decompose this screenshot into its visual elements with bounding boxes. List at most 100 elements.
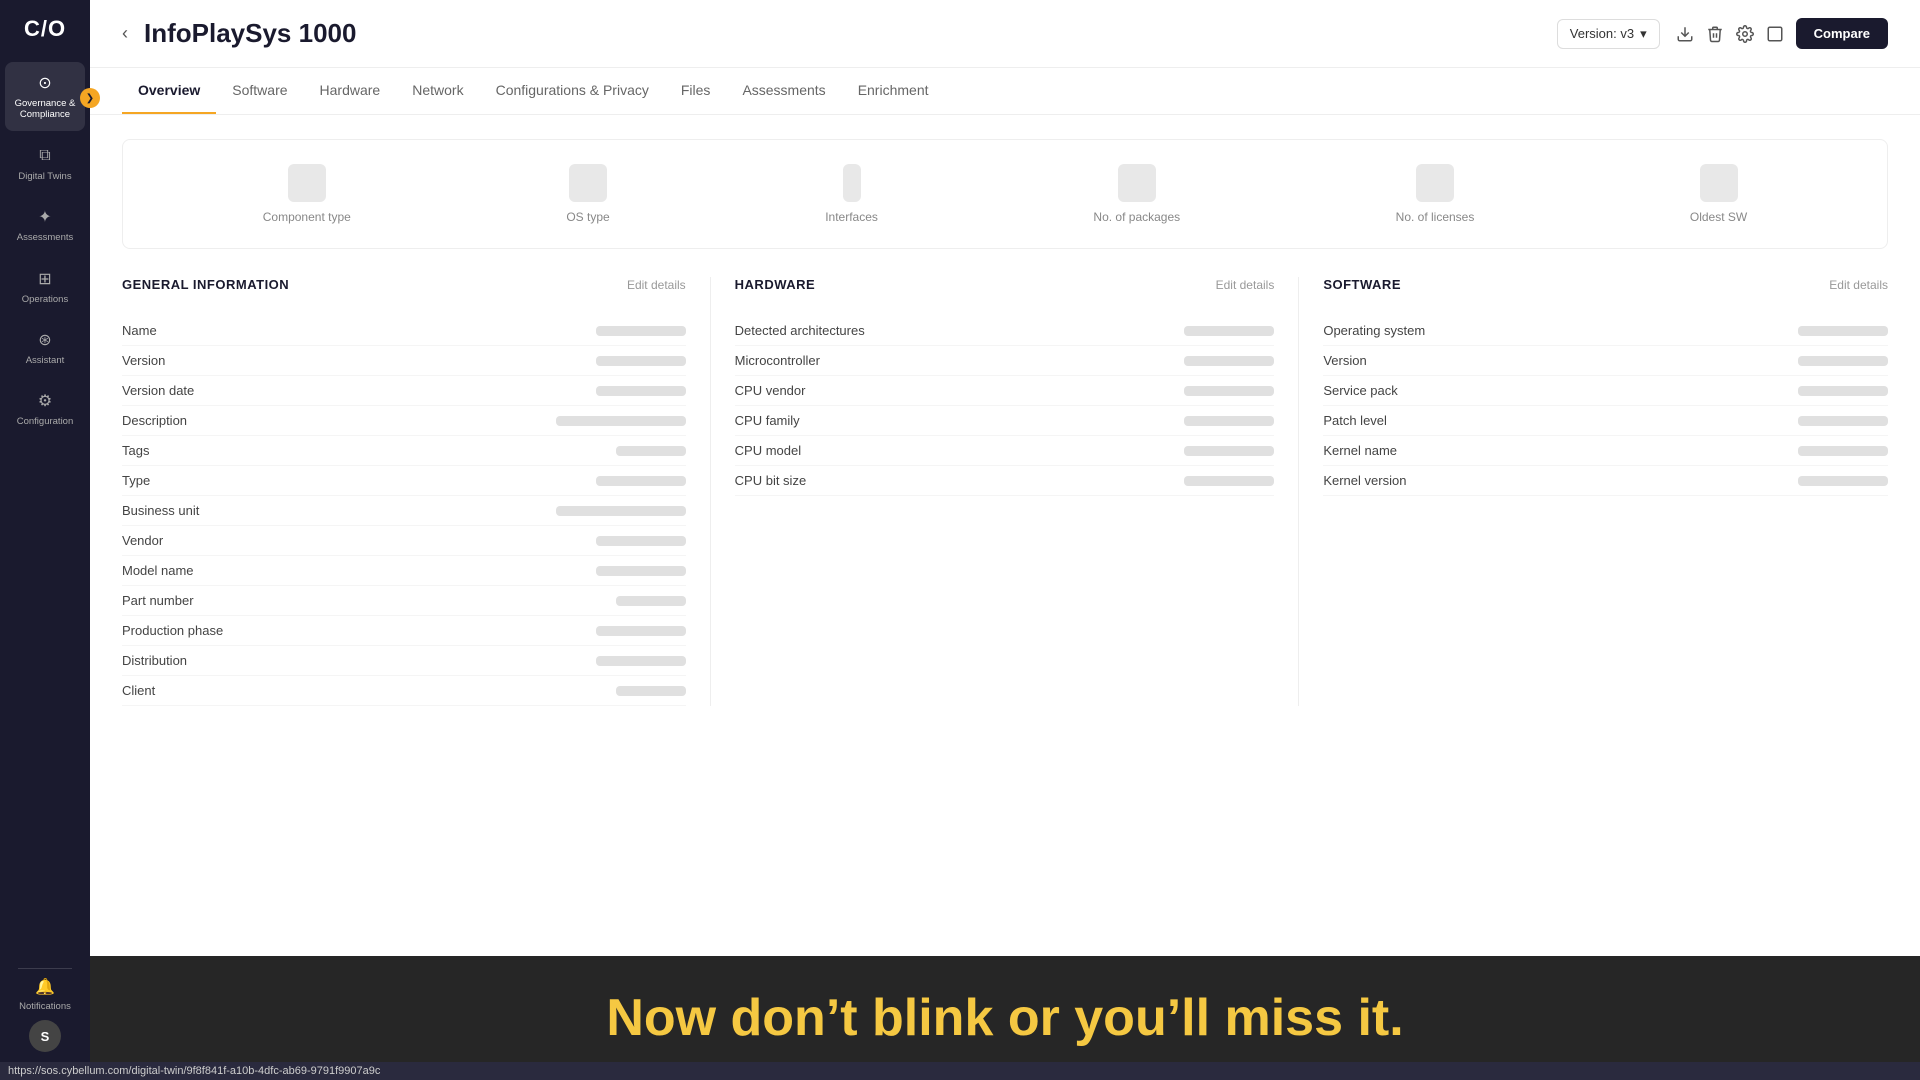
- field-row: Distribution: [122, 646, 686, 676]
- field-value-placeholder: [616, 596, 686, 606]
- sidebar: C/O ❯ ⊙ Governance & Compliance ⧉ Digita…: [0, 0, 90, 1080]
- field-row: Business unit: [122, 496, 686, 526]
- sidebar-item-assistant[interactable]: ⊛ Assistant: [5, 319, 85, 376]
- tab-overview[interactable]: Overview: [122, 68, 216, 114]
- main-content: ‹ InfoPlaySys 1000 Version: v3 ▾ Compare…: [90, 0, 1920, 1080]
- field-value-placeholder: [616, 446, 686, 456]
- general-info-edit[interactable]: Edit details: [627, 278, 686, 292]
- sidebar-item-label: Assessments: [17, 232, 74, 243]
- field-value-placeholder: [1798, 386, 1888, 396]
- component-type-icon-box: [288, 164, 326, 202]
- stat-label: Interfaces: [825, 210, 878, 224]
- sidebar-item-operations[interactable]: ⊞ Operations: [5, 258, 85, 315]
- oldest-sw-icon-box: [1700, 164, 1738, 202]
- field-row: Version: [122, 346, 686, 376]
- delete-button[interactable]: [1706, 25, 1724, 43]
- software-title: SOFTWARE: [1323, 277, 1401, 292]
- field-label: Type: [122, 473, 242, 488]
- page-header: ‹ InfoPlaySys 1000 Version: v3 ▾ Compare: [90, 0, 1920, 68]
- field-value-placeholder: [596, 656, 686, 666]
- field-row: Vendor: [122, 526, 686, 556]
- field-row: Client: [122, 676, 686, 706]
- notifications-label: Notifications: [19, 1001, 71, 1012]
- field-label: Kernel name: [1323, 443, 1443, 458]
- sidebar-item-label: Operations: [22, 294, 68, 305]
- field-row: CPU family: [735, 406, 1275, 436]
- sidebar-nav: ⊙ Governance & Compliance ⧉ Digital Twin…: [0, 62, 90, 960]
- software-edit[interactable]: Edit details: [1829, 278, 1888, 292]
- field-value-placeholder: [1798, 476, 1888, 486]
- stat-oldest-sw: Oldest SW: [1690, 164, 1747, 224]
- tab-software[interactable]: Software: [216, 68, 303, 114]
- tab-hardware[interactable]: Hardware: [304, 68, 397, 114]
- field-label: Part number: [122, 593, 242, 608]
- sidebar-item-configuration[interactable]: ⚙ Configuration: [5, 380, 85, 437]
- field-label: Client: [122, 683, 242, 698]
- field-label: Tags: [122, 443, 242, 458]
- field-row: Detected architectures: [735, 316, 1275, 346]
- stat-label: Oldest SW: [1690, 210, 1747, 224]
- tab-files[interactable]: Files: [665, 68, 727, 114]
- field-row: Version: [1323, 346, 1888, 376]
- url-bar: https://sos.cybellum.com/digital-twin/9f…: [0, 1062, 1920, 1080]
- stat-packages: No. of packages: [1093, 164, 1180, 224]
- hardware-edit[interactable]: Edit details: [1216, 278, 1275, 292]
- field-label: Description: [122, 413, 242, 428]
- field-value-placeholder: [1798, 326, 1888, 336]
- assistant-icon: ⊛: [34, 329, 56, 351]
- stat-os-type: OS type: [566, 164, 609, 224]
- version-label: Version: v3: [1570, 26, 1634, 41]
- back-button[interactable]: ‹: [122, 23, 128, 44]
- tab-assessments[interactable]: Assessments: [726, 68, 841, 114]
- packages-icon-box: [1118, 164, 1156, 202]
- field-label: Vendor: [122, 533, 242, 548]
- software-header: SOFTWARE Edit details: [1323, 277, 1888, 300]
- field-row: Kernel name: [1323, 436, 1888, 466]
- sidebar-item-label: Assistant: [26, 355, 65, 366]
- field-value-placeholder: [596, 566, 686, 576]
- expand-button[interactable]: [1766, 25, 1784, 43]
- field-row: Microcontroller: [735, 346, 1275, 376]
- user-avatar[interactable]: S: [29, 1020, 61, 1052]
- compare-button[interactable]: Compare: [1796, 18, 1888, 49]
- stats-bar: Component type OS type Interfaces No. of…: [122, 139, 1888, 249]
- field-row: CPU bit size: [735, 466, 1275, 496]
- sidebar-item-assessments[interactable]: ✦ Assessments: [5, 196, 85, 253]
- version-dropdown[interactable]: Version: v3 ▾: [1557, 19, 1660, 49]
- field-value-placeholder: [596, 626, 686, 636]
- notifications-nav-item[interactable]: 🔔 Notifications: [19, 977, 71, 1012]
- sidebar-toggle[interactable]: ❯: [80, 88, 100, 108]
- settings-button[interactable]: [1736, 25, 1754, 43]
- sidebar-logo: C/O: [24, 16, 66, 42]
- sidebar-item-digital-twins[interactable]: ⧉ Digital Twins: [5, 135, 85, 192]
- field-row: Part number: [122, 586, 686, 616]
- field-row: CPU vendor: [735, 376, 1275, 406]
- field-label: Operating system: [1323, 323, 1443, 338]
- tab-network[interactable]: Network: [396, 68, 479, 114]
- field-label: CPU family: [735, 413, 855, 428]
- digital-twins-icon: ⧉: [34, 145, 56, 167]
- general-fields-list: NameVersionVersion dateDescriptionTagsTy…: [122, 316, 686, 706]
- field-row: Version date: [122, 376, 686, 406]
- field-value-placeholder: [1798, 416, 1888, 426]
- sidebar-item-governance[interactable]: ⊙ Governance & Compliance: [5, 62, 85, 131]
- tab-configurations[interactable]: Configurations & Privacy: [480, 68, 665, 114]
- stat-component-type: Component type: [263, 164, 351, 224]
- field-label: Version: [122, 353, 242, 368]
- software-section: SOFTWARE Edit details Operating system Ve…: [1299, 277, 1888, 706]
- download-button[interactable]: [1676, 25, 1694, 43]
- field-row: CPU model: [735, 436, 1275, 466]
- sidebar-bottom: 🔔 Notifications S: [19, 977, 71, 1064]
- tab-enrichment[interactable]: Enrichment: [842, 68, 945, 114]
- field-value-placeholder: [556, 506, 686, 516]
- field-label: Business unit: [122, 503, 242, 518]
- field-label: CPU vendor: [735, 383, 855, 398]
- field-row: Patch level: [1323, 406, 1888, 436]
- field-row: Description: [122, 406, 686, 436]
- field-value-placeholder: [1184, 446, 1274, 456]
- field-value-placeholder: [596, 326, 686, 336]
- field-value-placeholder: [1184, 386, 1274, 396]
- field-label: Model name: [122, 563, 242, 578]
- interfaces-icon-box: [843, 164, 861, 202]
- overview-content: Component type OS type Interfaces No. of…: [90, 115, 1920, 1080]
